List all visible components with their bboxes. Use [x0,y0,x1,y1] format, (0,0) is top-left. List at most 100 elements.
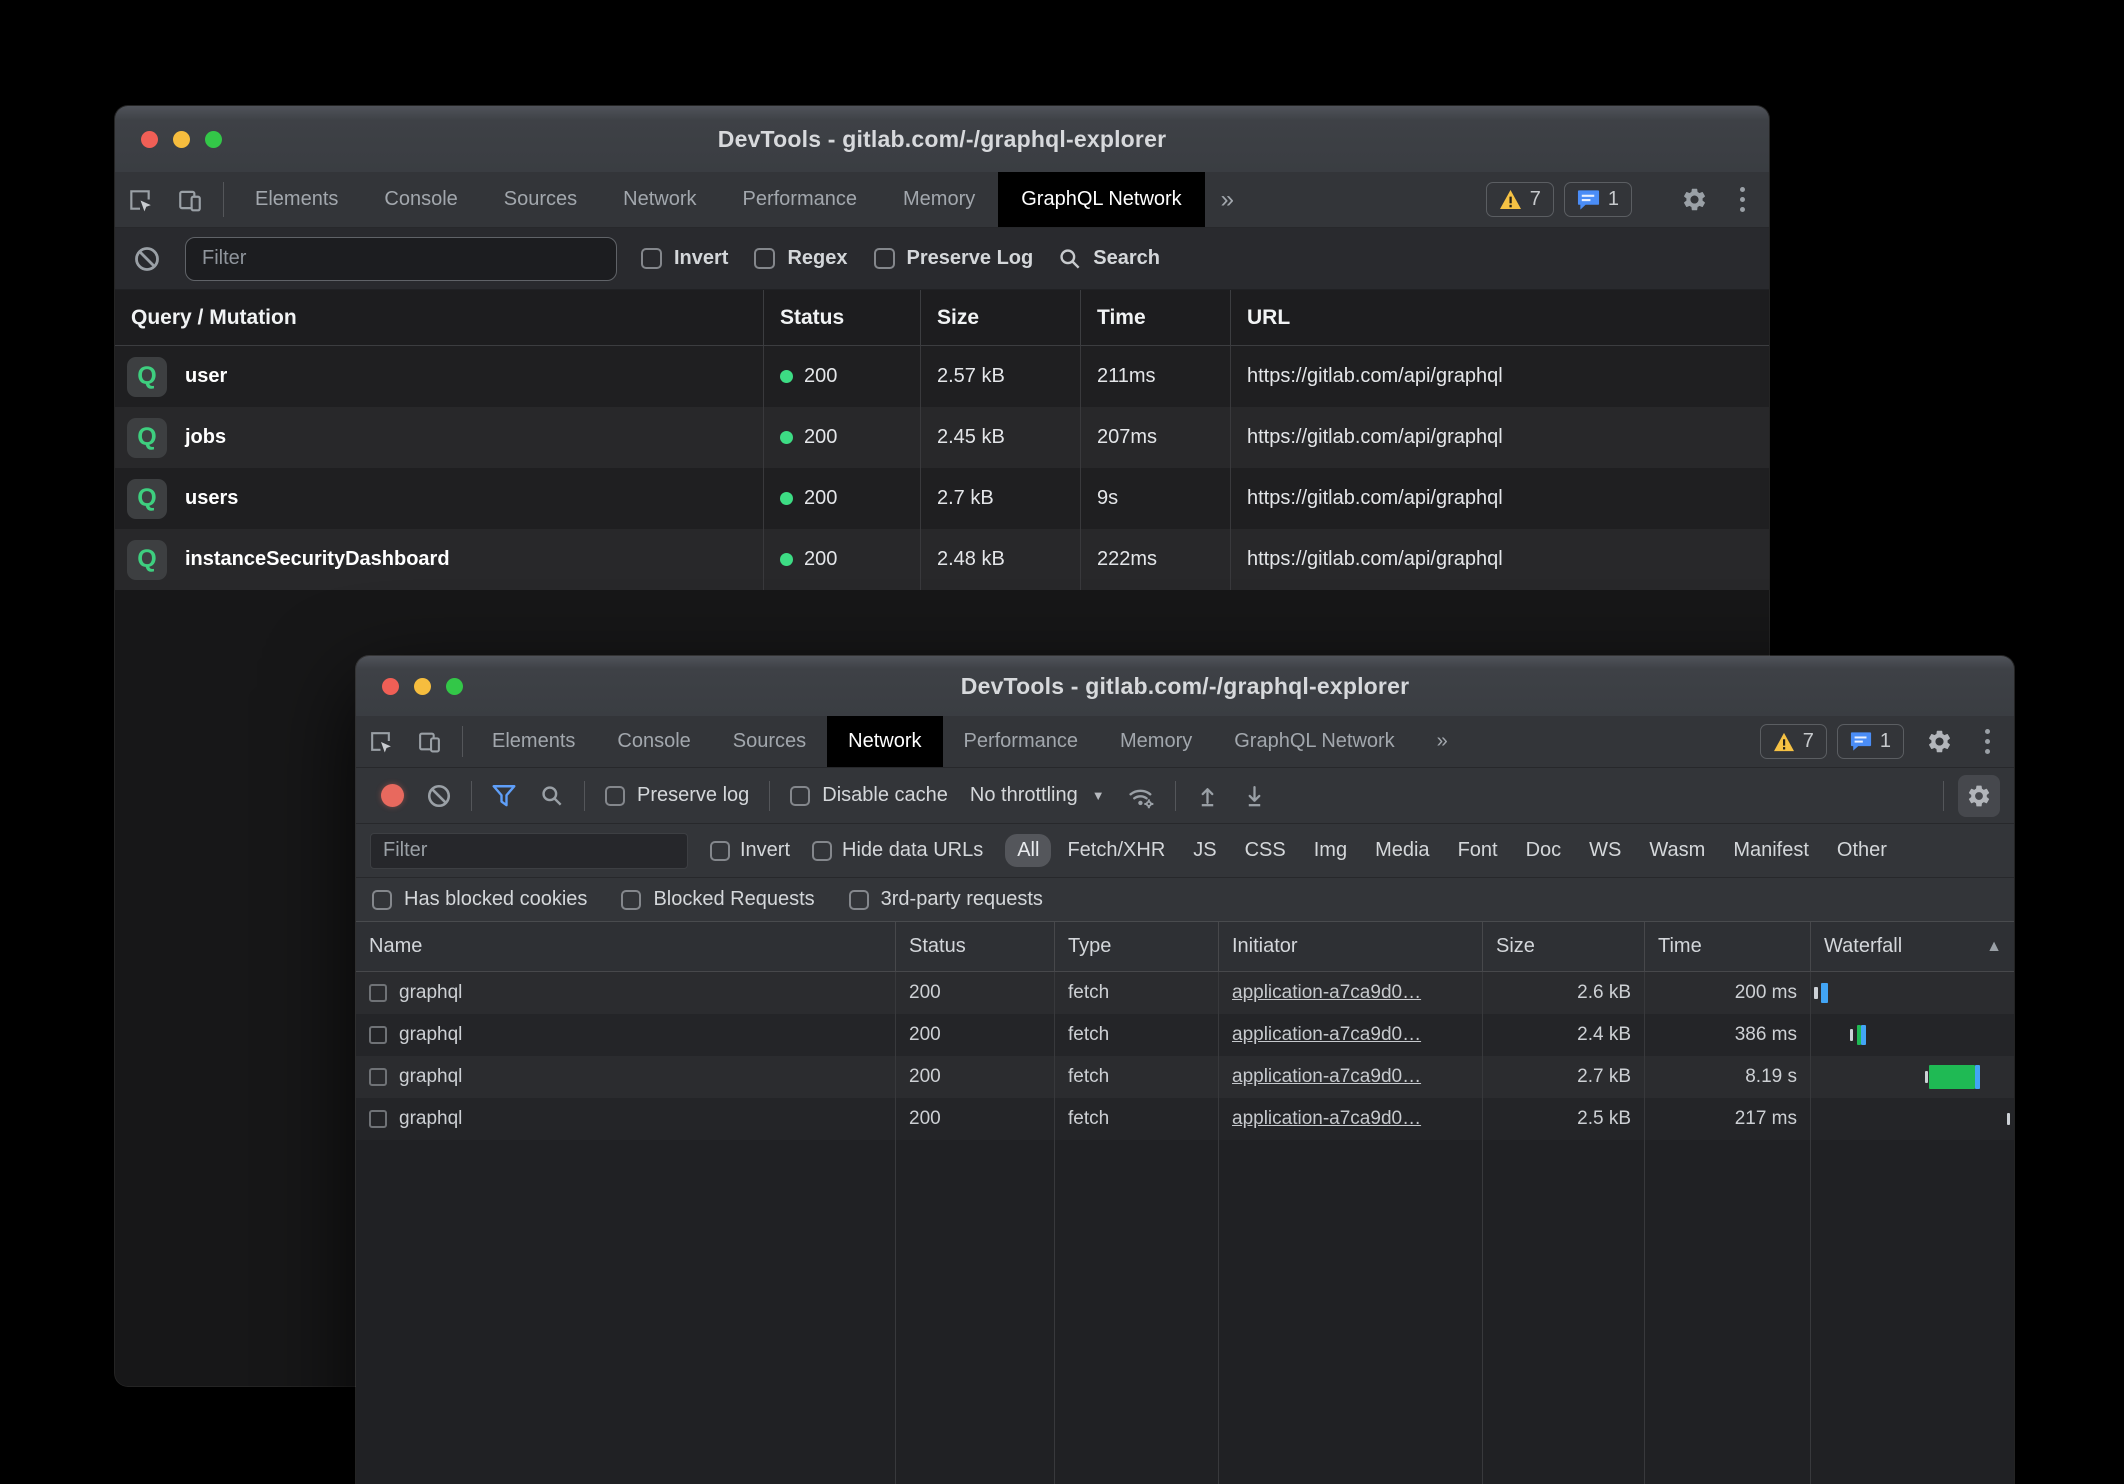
gql-request-row[interactable]: Q user 200 2.57 kB 211ms https://gitlab.… [115,346,1769,407]
overflow-menu-button[interactable] [1730,187,1755,212]
search-button[interactable] [528,783,576,809]
row-checkbox[interactable] [369,1110,387,1128]
warnings-badge[interactable]: 7 [1760,724,1827,759]
close-button[interactable] [141,131,158,148]
warnings-badge[interactable]: 7 [1486,182,1554,217]
column-header-size[interactable]: Size [920,290,1080,345]
devtools-tab[interactable]: Console [596,716,711,767]
devtools-tab[interactable]: GraphQL Network [998,172,1204,227]
filter-toggle[interactable]: Preserve Log [874,247,1034,270]
row-checkbox[interactable] [369,984,387,1002]
more-tabs-button[interactable]: » [1416,716,1469,767]
minimize-button[interactable] [173,131,190,148]
minimize-button[interactable] [414,678,431,695]
gql-filter-input[interactable] [185,237,617,281]
zoom-button[interactable] [446,678,463,695]
column-header-status[interactable]: Status [896,922,1055,971]
filter-button[interactable] [480,783,528,809]
initiator-link[interactable]: application-a7ca9d0… [1232,982,1421,1004]
column-header-time[interactable]: Time [1080,290,1230,345]
gql-request-row[interactable]: Q instanceSecurityDashboard 200 2.48 kB … [115,529,1769,590]
gql-request-row[interactable]: Q jobs 200 2.45 kB 207ms https://gitlab.… [115,407,1769,468]
type-filter-pill[interactable]: JS [1181,834,1228,867]
network-request-row[interactable]: graphql 200 fetch application-a7ca9d0… 2… [356,1098,2014,1140]
inspect-element-button[interactable] [356,716,405,767]
hide-data-urls-toggle[interactable]: Hide data URLs [812,839,983,862]
clear-button[interactable] [133,245,161,273]
devtools-tab[interactable]: GraphQL Network [1213,716,1415,767]
network-request-row[interactable]: graphql 200 fetch application-a7ca9d0… 2… [356,1056,2014,1098]
column-header-initiator[interactable]: Initiator [1219,922,1483,971]
filter-toggle[interactable]: Invert [641,247,728,270]
type-filter-pill[interactable]: Manifest [1721,834,1821,867]
network-filter-input[interactable] [370,833,688,869]
initiator-link[interactable]: application-a7ca9d0… [1232,1108,1421,1130]
column-header-waterfall[interactable]: Waterfall ▲ [1811,922,2014,971]
invert-toggle[interactable]: Invert [710,839,790,862]
type-filter-pill[interactable]: Media [1363,834,1441,867]
clear-button[interactable] [415,783,463,809]
type-filter-pill[interactable]: CSS [1233,834,1298,867]
messages-badge[interactable]: 1 [1837,724,1904,759]
type-filter-pill[interactable]: Font [1446,834,1510,867]
row-checkbox[interactable] [369,1068,387,1086]
network-request-row[interactable]: graphql 200 fetch application-a7ca9d0… 2… [356,972,2014,1014]
column-header-size[interactable]: Size [1483,922,1645,971]
initiator-link[interactable]: application-a7ca9d0… [1232,1024,1421,1046]
status-code: 200 [804,426,837,449]
request-toggle[interactable]: Has blocked cookies [372,888,587,911]
more-tabs-button[interactable]: » [1205,172,1250,227]
row-checkbox[interactable] [369,1026,387,1044]
column-header-time[interactable]: Time [1645,922,1811,971]
network-settings-button[interactable] [1958,775,2000,817]
import-har-button[interactable] [1184,783,1231,808]
initiator-link[interactable]: application-a7ca9d0… [1232,1066,1421,1088]
front-window-titlebar: DevTools - gitlab.com/-/graphql-explorer [356,656,2014,716]
column-header-type[interactable]: Type [1055,922,1219,971]
devtools-tab[interactable]: Performance [943,716,1100,767]
type-filter-pill[interactable]: Img [1302,834,1359,867]
network-request-row[interactable]: graphql 200 fetch application-a7ca9d0… 2… [356,1014,2014,1056]
column-header-query[interactable]: Query / Mutation [115,290,763,345]
settings-button[interactable] [1914,728,1965,755]
type-filter-pill[interactable]: Fetch/XHR [1055,834,1177,867]
devtools-tab[interactable]: Console [361,172,480,227]
messages-badge[interactable]: 1 [1564,182,1632,217]
settings-button[interactable] [1669,186,1720,213]
column-header-name[interactable]: Name [356,922,896,971]
window-title: DevTools - gitlab.com/-/graphql-explorer [718,126,1166,153]
type-filter-pill[interactable]: Other [1825,834,1899,867]
devtools-tab[interactable]: Performance [720,172,881,227]
devtools-tab[interactable]: Sources [712,716,827,767]
devtools-tab[interactable]: Network [827,716,942,767]
type-filter-pill[interactable]: Doc [1514,834,1574,867]
type-filter-pill[interactable]: WS [1577,834,1633,867]
column-header-url[interactable]: URL [1230,290,1769,345]
close-button[interactable] [382,678,399,695]
devtools-tab[interactable]: Memory [880,172,998,227]
zoom-button[interactable] [205,131,222,148]
record-button[interactable] [370,784,415,807]
overflow-menu-button[interactable] [1975,729,2000,754]
devtools-tab[interactable]: Elements [471,716,596,767]
export-har-button[interactable] [1231,783,1278,808]
request-toggle[interactable]: 3rd-party requests [849,888,1043,911]
column-header-status[interactable]: Status [763,290,920,345]
type-filter-pill[interactable]: All [1005,834,1051,867]
devtools-tab[interactable]: Network [600,172,719,227]
devtools-tab[interactable]: Memory [1099,716,1213,767]
device-toolbar-button[interactable] [165,172,215,227]
device-toolbar-button[interactable] [405,716,454,767]
filter-toggle[interactable]: Regex [754,247,847,270]
type-filter-pill[interactable]: Wasm [1637,834,1717,867]
preserve-log-toggle[interactable]: Preserve log [605,784,749,807]
network-conditions-button[interactable] [1115,782,1167,810]
devtools-tab[interactable]: Sources [481,172,600,227]
request-toggle[interactable]: Blocked Requests [621,888,814,911]
inspect-element-button[interactable] [115,172,165,227]
gql-request-row[interactable]: Q users 200 2.7 kB 9s https://gitlab.com… [115,468,1769,529]
throttling-select[interactable]: No throttling ▼ [960,784,1115,807]
disable-cache-toggle[interactable]: Disable cache [790,784,948,807]
devtools-tab[interactable]: Elements [232,172,361,227]
search-button[interactable]: Search [1057,246,1160,272]
